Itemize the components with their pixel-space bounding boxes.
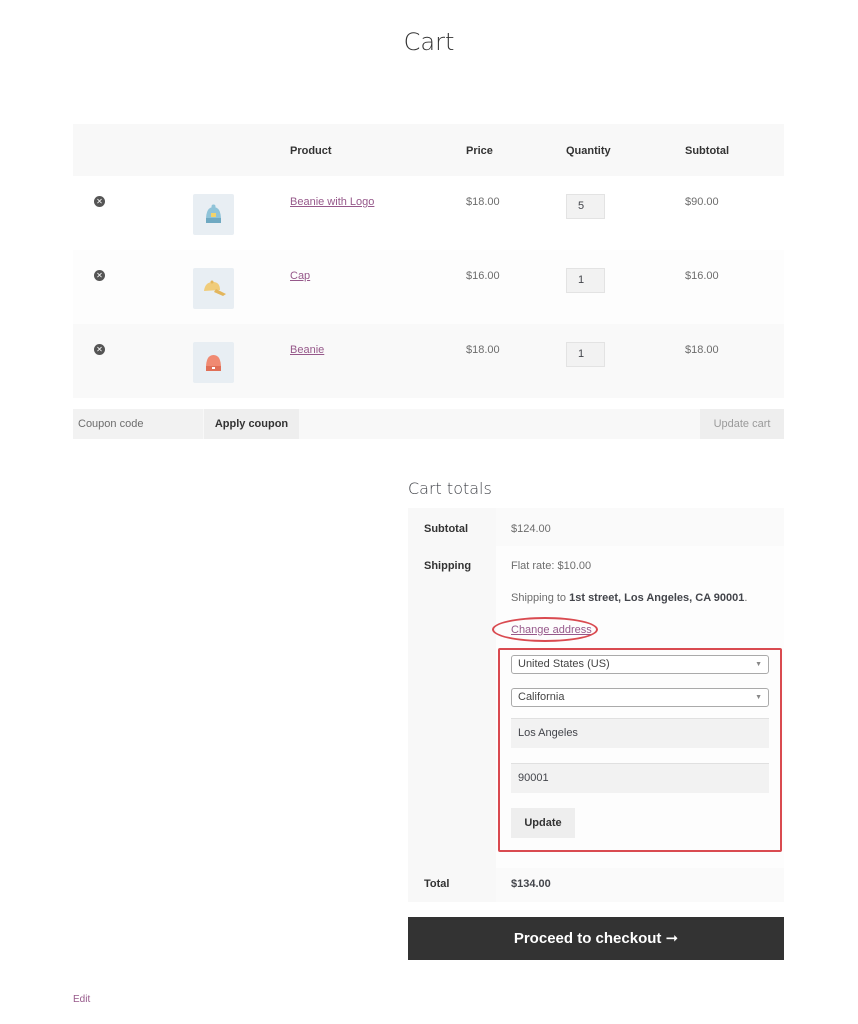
edit-link[interactable]: Edit <box>73 994 90 1005</box>
product-link[interactable]: Cap <box>290 270 310 282</box>
cart-totals-title: Cart totals <box>408 479 492 498</box>
remove-item-icon[interactable]: ✕ <box>94 196 105 207</box>
proceed-to-checkout-button[interactable]: Proceed to checkout ➞ <box>408 917 784 960</box>
header-subtotal: Subtotal <box>685 145 729 157</box>
product-link[interactable]: Beanie <box>290 344 324 356</box>
cap-icon[interactable] <box>193 268 234 309</box>
item-price: $18.00 <box>466 344 500 356</box>
subtotal-value: $124.00 <box>511 523 551 535</box>
total-value: $134.00 <box>511 878 551 890</box>
shipping-destination: Shipping to 1st street, Los Angeles, CA … <box>511 592 747 604</box>
header-product: Product <box>290 145 332 157</box>
cart-header-row: Product Price Quantity Subtotal <box>73 124 784 176</box>
arrow-right-icon: ➞ <box>665 930 679 947</box>
item-subtotal: $90.00 <box>685 196 719 208</box>
cart-actions: Coupon code Apply coupon Update cart <box>73 409 784 439</box>
shipping-method: Flat rate: $10.00 <box>511 560 592 572</box>
cart-item-row: ✕ Beanie $18.00 1 $18.00 <box>73 324 784 398</box>
remove-item-icon[interactable]: ✕ <box>94 344 105 355</box>
shipping-form-annotation <box>498 648 782 852</box>
change-address-annotation <box>492 617 598 642</box>
total-label: Total <box>424 878 450 890</box>
shipping-to-suffix: . <box>744 592 748 604</box>
header-quantity: Quantity <box>566 145 611 157</box>
coupon-input[interactable]: Coupon code <box>73 409 203 439</box>
cart-item-row: ✕ Beanie with Logo $18.00 5 $90.00 <box>73 176 784 250</box>
item-price: $18.00 <box>466 196 500 208</box>
remove-item-icon[interactable]: ✕ <box>94 270 105 281</box>
product-link[interactable]: Beanie with Logo <box>290 196 374 208</box>
page-title: Cart <box>403 28 455 56</box>
cart-table: Product Price Quantity Subtotal ✕ Beanie… <box>73 124 784 398</box>
quantity-input[interactable]: 1 <box>566 342 605 367</box>
item-subtotal: $18.00 <box>685 344 719 356</box>
item-subtotal: $16.00 <box>685 270 719 282</box>
quantity-input[interactable]: 5 <box>566 194 605 219</box>
update-cart-button[interactable]: Update cart <box>700 409 784 439</box>
shipping-to-prefix: Shipping to <box>511 592 567 604</box>
checkout-label: Proceed to checkout <box>513 930 662 947</box>
header-price: Price <box>466 145 493 157</box>
beanie-icon[interactable] <box>193 342 234 383</box>
shipping-address: 1st street, Los Angeles, CA 90001 <box>569 592 745 604</box>
subtotal-label: Subtotal <box>424 523 468 535</box>
item-price: $16.00 <box>466 270 500 282</box>
apply-coupon-button[interactable]: Apply coupon <box>204 409 299 439</box>
cart-item-row: ✕ Cap $16.00 1 $16.00 <box>73 250 784 324</box>
quantity-input[interactable]: 1 <box>566 268 605 293</box>
beanie-logo-icon[interactable] <box>193 194 234 235</box>
shipping-label: Shipping <box>424 560 472 572</box>
